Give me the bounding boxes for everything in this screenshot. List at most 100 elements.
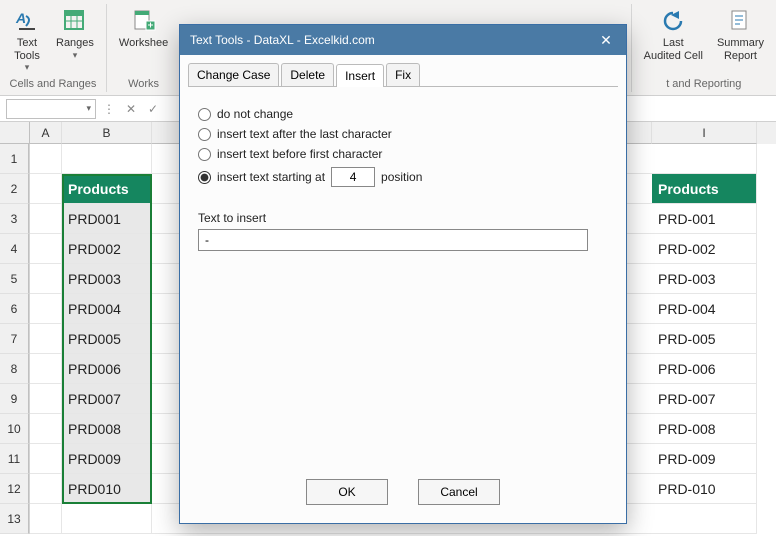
cell[interactable]: PRD-006 [652,354,757,384]
cell[interactable] [62,504,152,534]
cell[interactable]: PRD-008 [652,414,757,444]
accept-formula-button[interactable]: ✓ [144,102,162,116]
radio-input[interactable] [198,128,211,141]
cell[interactable]: Products [652,174,757,204]
cell[interactable]: PRD001 [62,204,152,234]
cell[interactable]: PRD-001 [652,204,757,234]
tab-delete[interactable]: Delete [281,63,334,86]
cell[interactable]: PRD010 [62,474,152,504]
cell[interactable] [30,264,62,294]
dialog-buttons: OK Cancel [180,465,626,523]
radio-label: insert text before first character [217,147,382,161]
cell[interactable] [652,504,757,534]
row-header[interactable]: 10 [0,414,29,444]
cell[interactable]: PRD003 [62,264,152,294]
cell[interactable]: PRD-009 [652,444,757,474]
cell[interactable]: Products [62,174,152,204]
cell[interactable] [30,294,62,324]
row-header[interactable]: 3 [0,204,29,234]
ribbon-group-label: Cells and Ranges [10,78,97,92]
row-header[interactable]: 5 [0,264,29,294]
radio-label: insert text starting at [217,170,325,184]
cell[interactable] [30,204,62,234]
radio-input[interactable] [198,108,211,121]
text-tools-button[interactable]: A Text Tools ▾ [6,4,48,75]
row-header[interactable]: 11 [0,444,29,474]
worksheet-icon [129,6,159,36]
column-header[interactable]: I [652,122,757,144]
cell[interactable] [652,144,757,174]
cell[interactable]: PRD002 [62,234,152,264]
cell[interactable] [30,324,62,354]
ranges-button[interactable]: Ranges ▾ [50,4,100,75]
cell[interactable]: PRD006 [62,354,152,384]
column-header[interactable]: B [62,122,152,144]
cell[interactable] [30,414,62,444]
position-input[interactable] [331,167,375,187]
report-icon [725,6,755,36]
row-header[interactable]: 9 [0,384,29,414]
cell[interactable]: PRD-002 [652,234,757,264]
radio-before-first[interactable]: insert text before first character [198,147,612,161]
dialog-titlebar[interactable]: Text Tools - DataXL - Excelkid.com ✕ [180,25,626,55]
summary-report-button[interactable]: Summary Report [711,4,770,64]
tab-insert[interactable]: Insert [336,64,384,87]
row-header[interactable]: 13 [0,504,29,534]
cell[interactable]: PRD-007 [652,384,757,414]
worksheet-button[interactable]: Workshee [113,4,174,52]
cancel-formula-button[interactable]: ✕ [122,102,140,116]
cell[interactable]: PRD004 [62,294,152,324]
radio-no-change[interactable]: do not change [198,107,612,121]
cell[interactable]: PRD009 [62,444,152,474]
radio-input[interactable] [198,171,211,184]
cell[interactable]: PRD007 [62,384,152,414]
position-suffix: position [381,170,422,184]
last-audited-button[interactable]: Last Audited Cell [638,4,709,64]
ribbon-group-cells-ranges: A Text Tools ▾ Ranges ▾ Cells and Ranges [0,4,107,92]
row-header[interactable]: 12 [0,474,29,504]
cell[interactable] [30,504,62,534]
cell[interactable]: PRD-003 [652,264,757,294]
radio-input[interactable] [198,148,211,161]
cell[interactable]: PRD-005 [652,324,757,354]
column-header[interactable]: A [30,122,62,144]
close-icon[interactable]: ✕ [586,25,626,55]
row-header[interactable]: 2 [0,174,29,204]
cell[interactable] [30,174,62,204]
cell[interactable] [30,234,62,264]
chevron-down-icon: ▾ [86,103,91,114]
tab-change-case[interactable]: Change Case [188,63,279,86]
cell[interactable]: PRD005 [62,324,152,354]
select-all-corner[interactable] [0,122,30,144]
cell[interactable] [30,144,62,174]
cell[interactable] [30,354,62,384]
row-header[interactable]: 1 [0,144,29,174]
cancel-button[interactable]: Cancel [418,479,500,505]
cell[interactable] [30,444,62,474]
radio-after-last[interactable]: insert text after the last character [198,127,612,141]
ribbon-group-label: t and Reporting [666,78,741,92]
cell[interactable] [62,144,152,174]
cell[interactable] [30,474,62,504]
cell[interactable]: PRD008 [62,414,152,444]
radio-starting-at[interactable]: insert text starting at position [198,167,612,187]
text-to-insert-label: Text to insert [198,211,612,225]
cell[interactable]: PRD-004 [652,294,757,324]
ranges-icon [60,6,90,36]
ranges-label: Ranges [56,37,94,50]
row-header[interactable]: 8 [0,354,29,384]
row-header[interactable]: 4 [0,234,29,264]
row-headers: 1 2 3 4 5 6 7 8 9 10 11 12 13 [0,144,30,534]
name-box[interactable]: ▾ [6,99,96,119]
worksheet-label: Workshee [119,37,168,50]
text-tools-label: Text Tools [14,37,40,62]
ok-button[interactable]: OK [306,479,388,505]
text-tools-dialog: Text Tools - DataXL - Excelkid.com ✕ Cha… [179,24,627,524]
text-to-insert-input[interactable] [198,229,588,251]
cell[interactable]: PRD-010 [652,474,757,504]
row-header[interactable]: 6 [0,294,29,324]
cell[interactable] [30,384,62,414]
row-header[interactable]: 7 [0,324,29,354]
formula-divider: ⋮ [100,102,118,116]
tab-fix[interactable]: Fix [386,63,420,86]
